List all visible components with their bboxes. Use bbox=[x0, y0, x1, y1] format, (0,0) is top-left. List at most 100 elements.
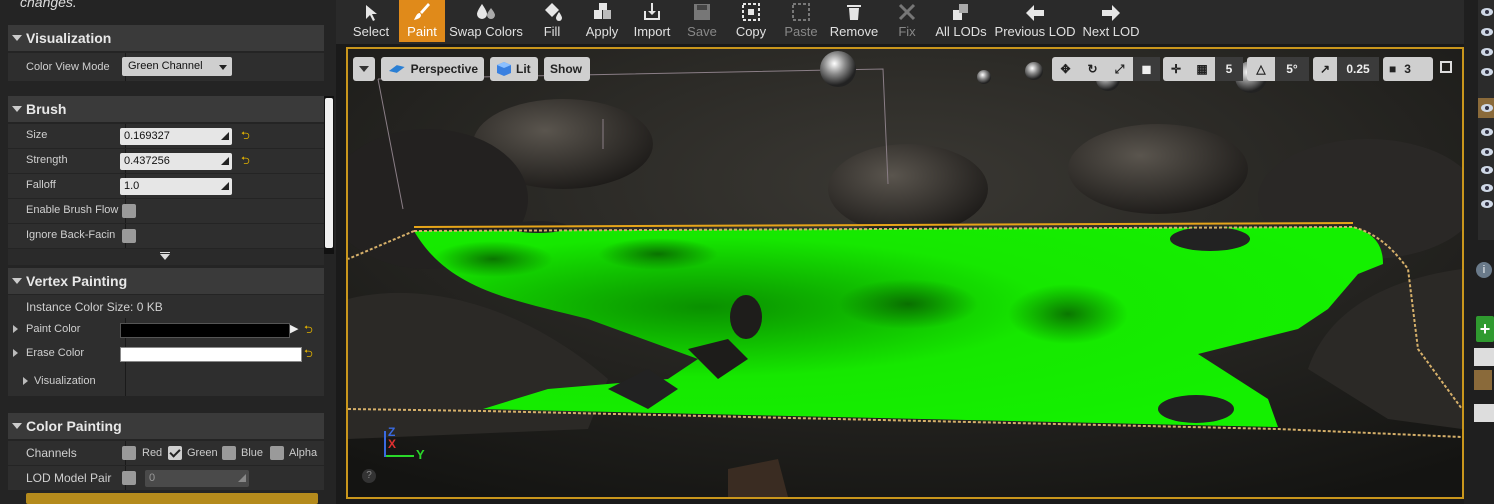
fill-button[interactable]: Fill bbox=[532, 0, 572, 42]
show-button[interactable]: Show bbox=[544, 57, 590, 81]
eye-icon[interactable] bbox=[1480, 127, 1494, 137]
previous-lod-button[interactable]: Previous LOD bbox=[994, 0, 1076, 42]
ignore-backface-checkbox[interactable] bbox=[122, 229, 136, 243]
channel-blue-checkbox[interactable] bbox=[222, 446, 236, 460]
drag-handle-icon bbox=[238, 474, 246, 482]
scrollbar-thumb[interactable] bbox=[325, 98, 333, 248]
fix-button[interactable]: Fix bbox=[892, 0, 922, 42]
viewport-options-button[interactable] bbox=[353, 57, 375, 81]
lit-button[interactable]: Lit bbox=[490, 57, 538, 81]
remove-button[interactable]: Remove bbox=[828, 0, 880, 42]
reset-to-default-icon[interactable]: ⮌ bbox=[304, 349, 314, 360]
size-input[interactable]: 0.169327 bbox=[120, 128, 232, 145]
channel-green-checkbox[interactable] bbox=[168, 446, 182, 460]
eye-icon[interactable] bbox=[1480, 47, 1494, 57]
all-lods-icon bbox=[953, 4, 968, 20]
grid-icon[interactable]: ▦ bbox=[1189, 62, 1215, 76]
reset-to-default-icon[interactable]: ⮌ bbox=[304, 325, 314, 336]
eye-icon[interactable] bbox=[1480, 103, 1494, 113]
channel-red-label: Red bbox=[142, 447, 163, 459]
copy-button[interactable]: Copy bbox=[730, 0, 772, 42]
falloff-value: 1.0 bbox=[124, 180, 140, 192]
help-icon[interactable]: ? bbox=[362, 469, 376, 483]
erase-color-swatch[interactable] bbox=[120, 347, 302, 362]
eye-icon[interactable] bbox=[1480, 165, 1494, 175]
rotate-icon[interactable]: ↻ bbox=[1079, 62, 1106, 76]
paint-color-swatch[interactable] bbox=[120, 323, 290, 338]
rotation-snap-group: △ 5° bbox=[1247, 57, 1309, 81]
eye-icon[interactable] bbox=[1480, 147, 1494, 157]
lod-model-pair-input[interactable]: 0 bbox=[145, 470, 249, 487]
channel-alpha-checkbox[interactable] bbox=[270, 446, 284, 460]
advanced-expander[interactable] bbox=[8, 249, 324, 265]
rotation-snap-value[interactable]: 5° bbox=[1275, 57, 1309, 81]
remove-label: Remove bbox=[829, 24, 879, 39]
eye-icon[interactable] bbox=[1480, 199, 1494, 209]
select-button[interactable]: Select bbox=[346, 0, 396, 42]
maximize-viewport-icon[interactable] bbox=[1440, 61, 1452, 73]
scrollbar-track[interactable] bbox=[324, 96, 334, 254]
dropdown-value: Green Channel bbox=[128, 60, 203, 72]
channel-red-checkbox[interactable] bbox=[122, 446, 136, 460]
perspective-button[interactable]: Perspective bbox=[381, 57, 484, 81]
category-color-painting[interactable]: Color Painting bbox=[8, 413, 324, 439]
category-visualization[interactable]: Visualization bbox=[8, 25, 324, 51]
action-button-partial[interactable] bbox=[26, 493, 318, 504]
falloff-input[interactable]: 1.0 bbox=[120, 178, 232, 195]
camera-speed-button[interactable]: ■ 3 bbox=[1383, 57, 1433, 81]
channels-row: Channels Red Green Blue Alpha bbox=[8, 441, 324, 465]
visualization-sub-row[interactable]: Visualization bbox=[8, 366, 324, 396]
paste-label: Paste bbox=[784, 24, 818, 39]
translate-icon[interactable]: ✥ bbox=[1052, 62, 1079, 76]
save-button[interactable]: Save bbox=[682, 0, 722, 42]
eye-icon[interactable] bbox=[1480, 27, 1494, 37]
category-label: Visualization bbox=[26, 30, 112, 46]
category-brush[interactable]: Brush bbox=[8, 96, 324, 122]
brush-icon bbox=[414, 3, 430, 20]
scene-render bbox=[348, 49, 1462, 497]
expand-arrow-icon[interactable] bbox=[13, 325, 18, 333]
eye-icon[interactable] bbox=[1480, 7, 1494, 17]
expand-arrow-icon[interactable] bbox=[13, 349, 18, 357]
paint-button[interactable]: Paint bbox=[399, 0, 445, 42]
search-details-input[interactable] bbox=[1474, 404, 1494, 422]
color-view-mode-dropdown[interactable]: Green Channel bbox=[122, 57, 232, 76]
collapse-arrow-icon bbox=[12, 35, 22, 41]
world-local-icon[interactable]: ✛ bbox=[1163, 62, 1189, 76]
rotation-snap-icon[interactable]: △ bbox=[1247, 62, 1275, 76]
paste-button[interactable]: Paste bbox=[780, 0, 822, 42]
blueprint-icon[interactable] bbox=[1474, 370, 1492, 390]
reset-to-default-icon[interactable]: ⮌ bbox=[241, 156, 251, 167]
add-component-button[interactable]: + bbox=[1476, 316, 1494, 342]
axis-gizmo: Y X Z bbox=[384, 423, 425, 463]
level-viewport[interactable]: Perspective Lit Show ✥ ↻ ⤢ ◼ ✛ ▦ 5 △ 5° … bbox=[346, 47, 1464, 499]
scale-snap-icon[interactable]: ↗ bbox=[1313, 62, 1337, 76]
surface-snap-icon[interactable]: ◼ bbox=[1133, 57, 1160, 81]
eye-icon[interactable] bbox=[1480, 183, 1494, 193]
select-label: Select bbox=[352, 24, 390, 39]
size-label: Size bbox=[26, 129, 48, 141]
enable-brush-flow-checkbox[interactable] bbox=[122, 204, 136, 218]
erase-color-row: Erase Color ⮌ bbox=[8, 342, 324, 366]
swap-colors-button[interactable]: Swap Colors bbox=[448, 0, 524, 42]
color-picker-icon[interactable]: ▶ bbox=[290, 322, 298, 335]
copy-icon bbox=[742, 3, 760, 21]
import-button[interactable]: Import bbox=[630, 0, 674, 42]
scale-icon[interactable]: ⤢ bbox=[1106, 62, 1133, 77]
reset-to-default-icon[interactable]: ⮌ bbox=[241, 131, 251, 142]
channels-label: Channels bbox=[26, 446, 77, 460]
next-lod-button[interactable]: Next LOD bbox=[1082, 0, 1140, 42]
scale-snap-value[interactable]: 0.25 bbox=[1337, 57, 1379, 81]
apply-button[interactable]: Apply bbox=[580, 0, 624, 42]
info-icon[interactable]: i bbox=[1476, 262, 1492, 278]
all-lods-button[interactable]: All LODs bbox=[934, 0, 988, 42]
outliner-strip: i + bbox=[1464, 0, 1494, 504]
strength-input[interactable]: 0.437256 bbox=[120, 153, 232, 170]
grid-snap-value[interactable]: 5 bbox=[1215, 57, 1243, 81]
lod-model-pair-checkbox[interactable] bbox=[122, 471, 136, 485]
eye-icon[interactable] bbox=[1480, 67, 1494, 77]
search-components-input[interactable] bbox=[1474, 348, 1494, 366]
category-vertex-painting[interactable]: Vertex Painting bbox=[8, 268, 324, 294]
import-icon bbox=[644, 3, 660, 20]
fix-label: Fix bbox=[898, 24, 916, 39]
